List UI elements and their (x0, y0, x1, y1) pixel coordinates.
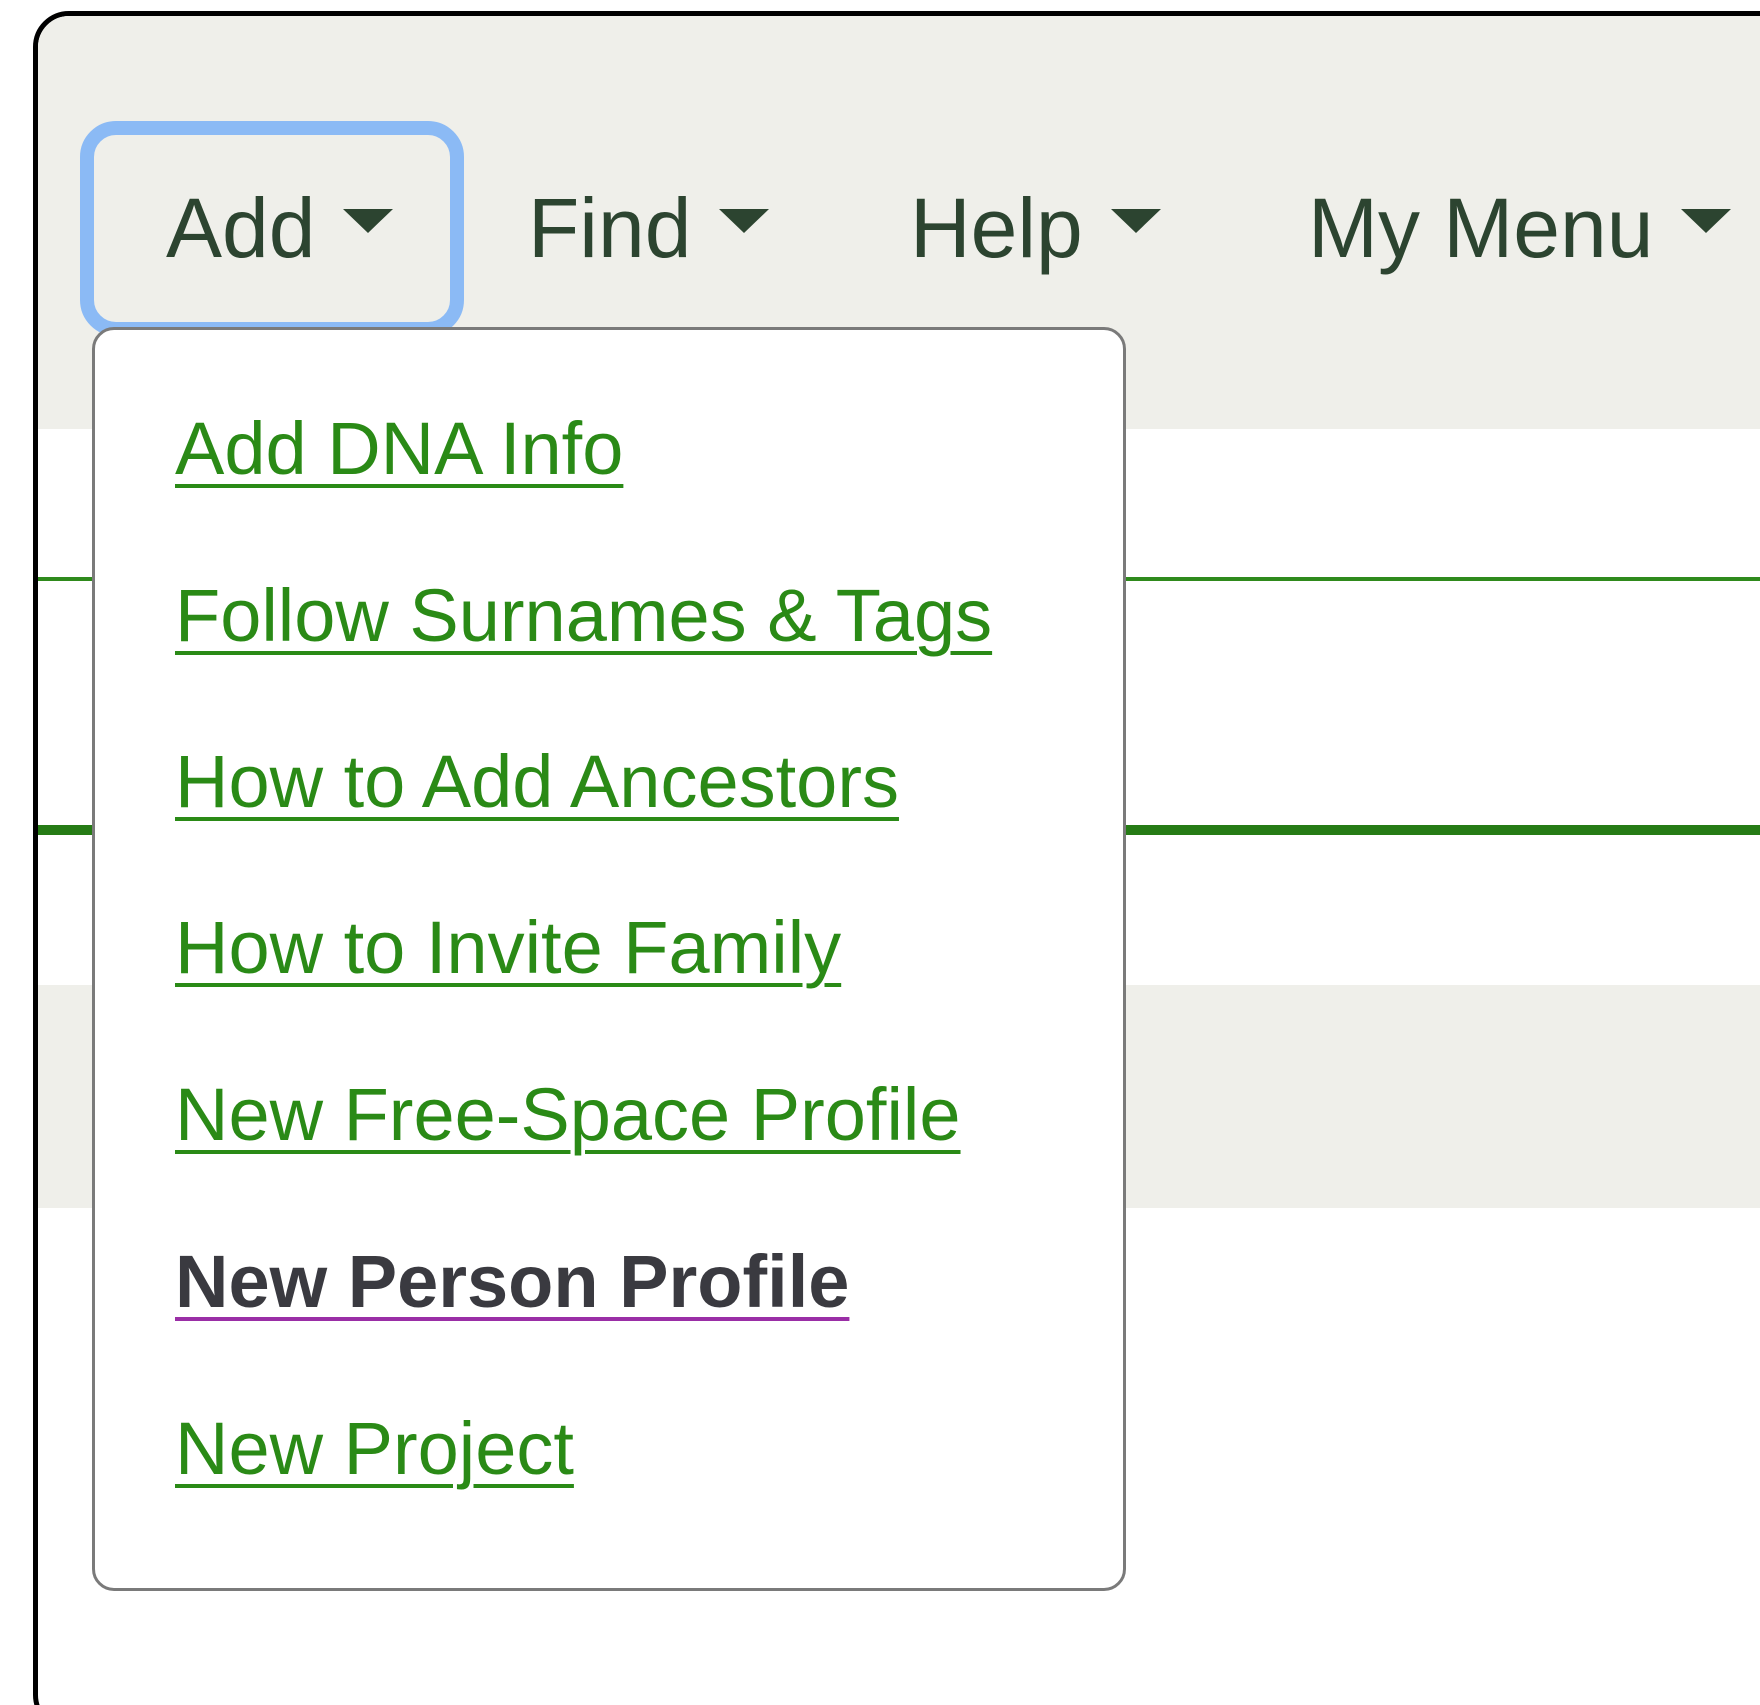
menu-link-new-project[interactable]: New Project (175, 1412, 574, 1486)
menu-link-follow-surnames-tags[interactable]: Follow Surnames & Tags (175, 579, 992, 653)
help-menu-button[interactable]: Help (910, 121, 1161, 336)
menu-link-new-person-profile[interactable]: New Person Profile (175, 1245, 849, 1319)
caret-down-icon (719, 208, 770, 233)
find-menu-button[interactable]: Find (528, 121, 770, 336)
menu-link-add-dna-info[interactable]: Add DNA Info (175, 412, 623, 486)
add-menu-label: Add (166, 181, 316, 275)
caret-down-icon (1681, 208, 1732, 233)
menu-link-how-to-add-ancestors[interactable]: How to Add Ancestors (175, 745, 899, 819)
find-menu-label: Find (528, 181, 692, 275)
help-menu-label: Help (910, 181, 1083, 275)
my-menu-label: My Menu (1308, 181, 1654, 275)
menu-link-how-to-invite-family[interactable]: How to Invite Family (175, 911, 841, 985)
caret-down-icon (343, 208, 394, 233)
add-menu-button[interactable]: Add (80, 121, 464, 336)
menu-link-new-free-space-profile[interactable]: New Free-Space Profile (175, 1078, 961, 1152)
my-menu-button[interactable]: My Menu (1308, 121, 1732, 336)
add-dropdown-menu: Add DNA Info Follow Surnames & Tags How … (92, 327, 1126, 1591)
caret-down-icon (1110, 208, 1161, 233)
